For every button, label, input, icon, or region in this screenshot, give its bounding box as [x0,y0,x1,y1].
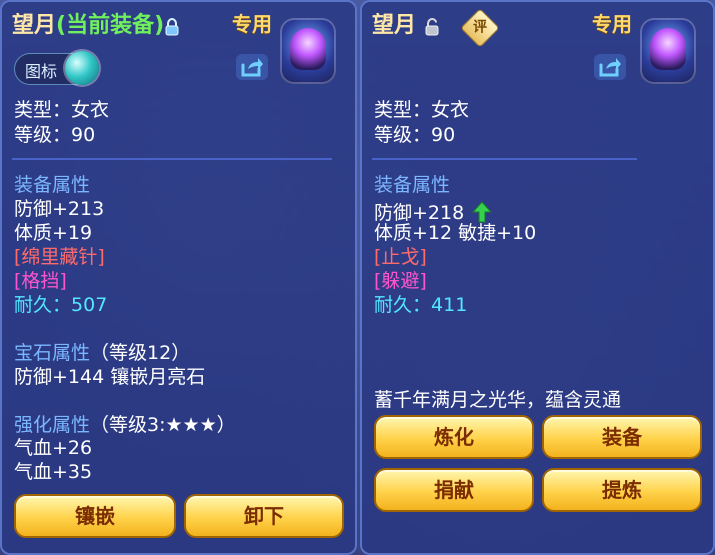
enhance-attributes-header: 强化属性（等级3:★★★） [14,413,236,437]
gem-attributes-title: 宝石属性 [14,342,91,364]
constitution-line: 体质+19 [14,222,93,244]
durability-value: 411 [431,294,468,316]
item-tooltip-current: 望月(当前装备) 专用 图标 类型：女衣 等级：90 装备属性 防御+213 体… [0,0,357,555]
exclusive-label: 专用 [232,12,272,36]
defense-line: 防御+213 [14,198,105,220]
enhance-level: （等级3:★★★） [90,414,236,436]
section-divider [372,158,637,160]
share-icon [599,58,621,77]
item-emblem-icon [640,18,696,84]
durability-label: 耐久： [374,294,432,316]
item-name: 望月 [12,13,57,38]
enhance-line-1: 气血+26 [14,437,93,459]
unequip-button[interactable]: 卸下 [184,494,344,538]
comment-icon-label: 评 [473,19,487,36]
gem-attributes-header: 宝石属性（等级12） [14,341,190,365]
item-name: 望月 [372,13,417,38]
enhance-attributes-title: 强化属性 [14,414,91,436]
durability-label: 耐久： [14,294,72,316]
special-effect-red: [止戈] [374,246,427,268]
donate-button[interactable]: 捐献 [374,468,534,512]
icon-toggle[interactable]: 图标 [14,51,99,85]
exclusive-label: 专用 [592,12,632,36]
share-icon [241,58,263,77]
enhance-line-2: 气血+35 [14,461,93,483]
item-title: 望月 [372,12,416,40]
item-emblem-icon [280,18,336,84]
level-line: 等级：90 [14,124,96,146]
current-equipment-label: (当前装备) [56,13,165,38]
type-line: 类型：女衣 [14,99,110,121]
gem-line: 防御+144 镶嵌月亮石 [14,366,206,388]
stat-up-arrow-icon [472,201,493,223]
lock-closed-icon [165,18,179,36]
type-line: 类型：女衣 [374,99,470,121]
equip-button[interactable]: 装备 [542,415,702,459]
equipment-attributes-title: 装备属性 [374,174,451,196]
share-button[interactable] [236,54,268,80]
comment-icon[interactable]: 评 [460,8,500,48]
inlay-button[interactable]: 镶嵌 [14,494,176,538]
durability-line: 耐久：411 [374,293,467,317]
item-title: 望月(当前装备) [12,12,164,40]
extract-button[interactable]: 提炼 [542,468,702,512]
durability-value: 507 [71,294,108,316]
lock-open-icon[interactable] [424,18,440,36]
item-tooltip-compare: 望月 评 专用 类型：女衣 等级：90 装备属性 防御+218 体质+12 敏捷… [360,0,715,555]
icon-toggle-label: 图标 [25,62,58,81]
special-effect-pink: [格挡] [14,270,67,292]
equipment-attributes-title: 装备属性 [14,174,91,196]
gem-level: （等级12） [90,342,191,364]
special-effect-pink: [躲避] [374,270,427,292]
durability-line: 耐久：507 [14,293,107,317]
share-button[interactable] [594,54,626,80]
item-description: 蓄千年满月之光华，蕴含灵通 [374,389,622,411]
level-line: 等级：90 [374,124,456,146]
section-divider [12,158,332,160]
constitution-agility-line: 体质+12 敏捷+10 [374,222,537,244]
refine-button[interactable]: 炼化 [374,415,534,459]
toggle-knob-icon[interactable] [65,51,99,85]
special-effect-red: [绵里藏针] [14,246,105,268]
